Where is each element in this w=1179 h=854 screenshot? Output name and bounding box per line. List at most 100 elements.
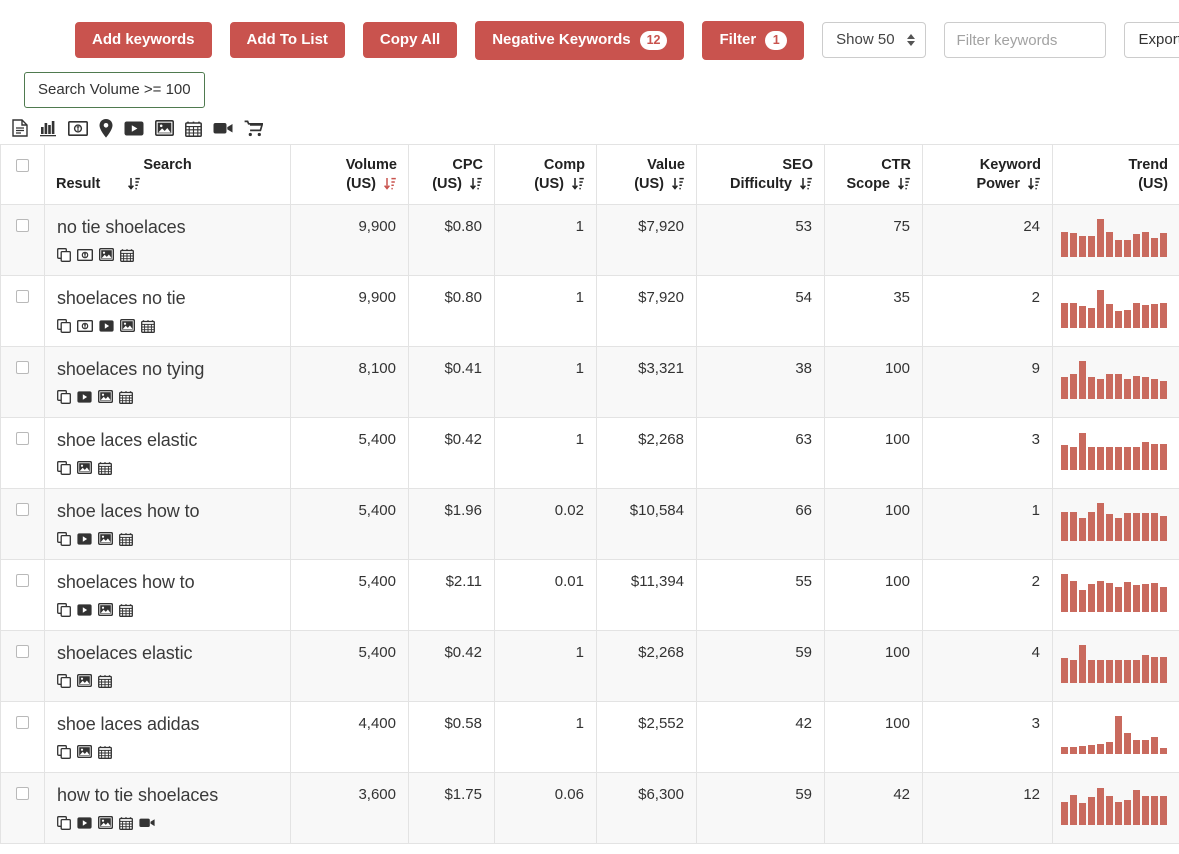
sort-icon[interactable] (1028, 177, 1041, 191)
column-header-seo-difficulty[interactable]: SEO Difficulty (697, 145, 825, 205)
calendar-icon[interactable] (119, 532, 133, 546)
row-checkbox[interactable] (16, 361, 29, 374)
copy-icon[interactable] (57, 319, 71, 333)
image-icon[interactable] (77, 745, 92, 758)
keyword-serp-features (57, 672, 278, 689)
row-checkbox[interactable] (16, 716, 29, 729)
calendar-icon[interactable] (185, 120, 202, 137)
keyword-text[interactable]: shoelaces how to (57, 570, 278, 594)
column-header-ctr-scope[interactable]: CTR Scope (825, 145, 923, 205)
trend-bar (1124, 310, 1131, 328)
ctr-scope-cell: 42 (825, 773, 923, 844)
sort-icon-active[interactable] (384, 177, 397, 191)
calendar-icon[interactable] (98, 461, 112, 475)
copy-icon[interactable] (57, 532, 71, 546)
keyword-text[interactable]: shoe laces elastic (57, 428, 278, 452)
calendar-icon[interactable] (120, 248, 134, 262)
map-pin-icon[interactable] (99, 119, 113, 138)
keyword-text[interactable]: shoelaces no tying (57, 357, 278, 381)
image-icon[interactable] (98, 390, 113, 403)
copy-icon[interactable] (57, 816, 71, 830)
row-checkbox[interactable] (16, 787, 29, 800)
sort-icon[interactable] (572, 177, 585, 191)
row-checkbox[interactable] (16, 645, 29, 658)
row-checkbox[interactable] (16, 219, 29, 232)
sort-icon[interactable] (128, 177, 141, 191)
video-camera-icon[interactable] (139, 817, 155, 828)
add-to-list-label: Add To List (247, 32, 328, 48)
sort-icon[interactable] (800, 177, 813, 191)
money-icon[interactable] (77, 320, 93, 332)
keyword-text[interactable]: shoelaces elastic (57, 641, 278, 665)
sort-icon[interactable] (672, 177, 685, 191)
column-header-comp[interactable]: Comp (US) (495, 145, 597, 205)
column-header-volume[interactable]: Volume (US) (291, 145, 409, 205)
row-checkbox[interactable] (16, 574, 29, 587)
document-icon[interactable] (12, 119, 28, 137)
keyword-cell: shoe laces elastic (45, 418, 291, 489)
calendar-icon[interactable] (98, 674, 112, 688)
copy-icon[interactable] (57, 745, 71, 759)
image-icon[interactable] (98, 532, 113, 545)
image-icon[interactable] (155, 120, 174, 136)
image-icon[interactable] (77, 674, 92, 687)
copy-icon[interactable] (57, 390, 71, 404)
calendar-icon[interactable] (119, 390, 133, 404)
trend-cell (1053, 276, 1179, 347)
copy-all-button[interactable]: Copy All (363, 22, 457, 58)
add-to-list-button[interactable]: Add To List (230, 22, 345, 58)
value-cell: $3,321 (597, 347, 697, 418)
trend-bar (1088, 584, 1095, 612)
row-checkbox[interactable] (16, 432, 29, 445)
column-header-keyword-power[interactable]: Keyword Power (923, 145, 1053, 205)
filter-count-badge: 1 (765, 31, 787, 50)
calendar-icon[interactable] (141, 319, 155, 333)
video-play-icon[interactable] (124, 121, 144, 136)
column-header-search-result[interactable]: Search Result (45, 145, 291, 205)
keyword-text[interactable]: no tie shoelaces (57, 215, 278, 239)
image-icon[interactable] (98, 603, 113, 616)
negative-keywords-button[interactable]: Negative Keywords 12 (475, 21, 684, 60)
image-icon[interactable] (98, 816, 113, 829)
video-play-icon[interactable] (77, 391, 92, 403)
show-count-select[interactable]: Show 50 (822, 22, 925, 58)
column-header-value[interactable]: Value (US) (597, 145, 697, 205)
table-row: shoelaces no tying8,100$0.411$3,32138100… (1, 347, 1179, 418)
keyword-text[interactable]: how to tie shoelaces (57, 783, 278, 807)
video-play-icon[interactable] (77, 817, 92, 829)
money-icon[interactable] (77, 249, 93, 261)
row-checkbox[interactable] (16, 290, 29, 303)
image-icon[interactable] (77, 461, 92, 474)
image-icon[interactable] (120, 319, 135, 332)
add-keywords-button[interactable]: Add keywords (75, 22, 212, 58)
copy-icon[interactable] (57, 674, 71, 688)
sort-icon[interactable] (898, 177, 911, 191)
video-play-icon[interactable] (77, 533, 92, 545)
copy-icon[interactable] (57, 248, 71, 262)
video-play-icon[interactable] (99, 320, 114, 332)
column-header-cpc[interactable]: CPC (US) (409, 145, 495, 205)
money-icon[interactable] (68, 121, 88, 136)
keyword-text[interactable]: shoe laces adidas (57, 712, 278, 736)
export-all-button[interactable]: Export all (1124, 22, 1179, 58)
row-checkbox[interactable] (16, 503, 29, 516)
sort-icon[interactable] (470, 177, 483, 191)
copy-icon[interactable] (57, 461, 71, 475)
shopping-cart-icon[interactable] (244, 120, 263, 137)
active-filter-chip[interactable]: Search Volume >= 100 (24, 72, 205, 108)
filter-button[interactable]: Filter 1 (702, 21, 804, 60)
filter-keywords-input[interactable] (944, 22, 1106, 58)
keyword-text[interactable]: shoelaces no tie (57, 286, 278, 310)
calendar-icon[interactable] (98, 745, 112, 759)
video-play-icon[interactable] (77, 604, 92, 616)
image-icon[interactable] (99, 248, 114, 261)
keyword-text[interactable]: shoe laces how to (57, 499, 278, 523)
copy-icon[interactable] (57, 603, 71, 617)
calendar-icon[interactable] (119, 816, 133, 830)
row-select-cell (1, 773, 45, 844)
row-select-cell (1, 489, 45, 560)
video-camera-icon[interactable] (213, 121, 233, 135)
bar-chart-icon[interactable] (39, 119, 57, 137)
select-all-checkbox[interactable] (16, 159, 29, 172)
calendar-icon[interactable] (119, 603, 133, 617)
